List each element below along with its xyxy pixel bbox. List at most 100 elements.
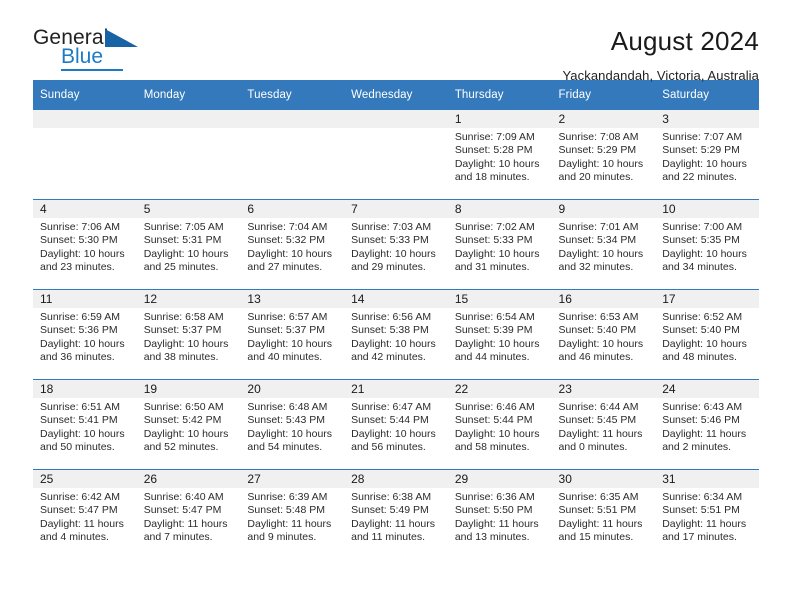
day-number: 17 <box>655 290 759 308</box>
daylight-text-line2: and 13 minutes. <box>454 531 530 544</box>
sunrise-text: Sunrise: 6:39 AM <box>247 491 328 503</box>
sunset-text: Sunset: 5:35 PM <box>662 234 740 247</box>
day-number: 7 <box>344 200 448 218</box>
calendar-day-cell <box>136 110 241 200</box>
day-number: 9 <box>551 200 656 218</box>
daylight-text-line2: and 50 minutes. <box>40 441 115 454</box>
calendar-day-cell[interactable]: 23 Sunrise: 6:44 AM Sunset: 5:45 PM Dayl… <box>551 379 656 470</box>
day-number: 8 <box>447 200 552 218</box>
calendar-day-cell[interactable]: 5 Sunrise: 7:05 AM Sunset: 5:31 PM Dayli… <box>136 199 241 290</box>
day-details: Sunrise: 7:02 AM Sunset: 5:33 PM Dayligh… <box>448 218 552 275</box>
sunset-text: Sunset: 5:43 PM <box>247 414 326 427</box>
weekday-header-tuesday: Tuesday <box>240 80 345 110</box>
calendar-day-cell[interactable]: 28 Sunrise: 6:38 AM Sunset: 5:49 PM Dayl… <box>344 469 448 559</box>
daylight-text-line2: and 58 minutes. <box>454 441 530 454</box>
day-details: Sunrise: 7:04 AM Sunset: 5:32 PM Dayligh… <box>240 218 344 275</box>
day-details: Sunrise: 7:06 AM Sunset: 5:30 PM Dayligh… <box>33 218 137 275</box>
sunset-text: Sunset: 5:40 PM <box>662 324 740 337</box>
day-details: Sunrise: 6:47 AM Sunset: 5:44 PM Dayligh… <box>344 398 448 455</box>
day-number: 10 <box>655 200 759 218</box>
calendar-day-cell[interactable]: 14 Sunrise: 6:56 AM Sunset: 5:38 PM Dayl… <box>344 289 448 380</box>
sunset-text: Sunset: 5:48 PM <box>247 504 326 517</box>
sunset-text: Sunset: 5:36 PM <box>40 324 118 337</box>
calendar-day-cell[interactable]: 3 Sunrise: 7:07 AM Sunset: 5:29 PM Dayli… <box>655 110 759 200</box>
title-block: August 2024 Yackandandah, Victoria, Aust… <box>563 26 760 84</box>
calendar-day-cell[interactable]: 20 Sunrise: 6:48 AM Sunset: 5:43 PM Dayl… <box>240 379 345 470</box>
calendar-day-cell[interactable]: 27 Sunrise: 6:39 AM Sunset: 5:48 PM Dayl… <box>240 469 345 559</box>
day-number: 13 <box>240 290 345 308</box>
sunrise-text: Sunrise: 6:50 AM <box>143 401 224 413</box>
sunrise-text: Sunrise: 6:51 AM <box>40 401 120 413</box>
sunset-text: Sunset: 5:38 PM <box>351 324 429 337</box>
sunrise-sunset-calendar: Sunday Monday Tuesday Wednesday Thursday… <box>33 80 759 559</box>
daylight-text-line1: Daylight: 10 hours <box>558 247 644 260</box>
calendar-day-cell[interactable]: 15 Sunrise: 6:54 AM Sunset: 5:39 PM Dayl… <box>447 289 552 380</box>
daylight-text-line2: and 15 minutes. <box>558 531 634 544</box>
calendar-day-cell[interactable]: 22 Sunrise: 6:46 AM Sunset: 5:44 PM Dayl… <box>447 379 552 470</box>
daylight-text-line1: Daylight: 10 hours <box>454 427 540 440</box>
calendar-day-cell[interactable]: 17 Sunrise: 6:52 AM Sunset: 5:40 PM Dayl… <box>655 289 759 380</box>
calendar-day-cell[interactable]: 30 Sunrise: 6:35 AM Sunset: 5:51 PM Dayl… <box>551 469 656 559</box>
calendar-day-cell[interactable]: 31 Sunrise: 6:34 AM Sunset: 5:51 PM Dayl… <box>655 469 759 559</box>
calendar-day-cell[interactable]: 29 Sunrise: 6:36 AM Sunset: 5:50 PM Dayl… <box>447 469 552 559</box>
sunrise-text: Sunrise: 6:54 AM <box>454 311 535 323</box>
general-blue-logo[interactable]: General Blue <box>33 26 151 72</box>
day-number: 27 <box>240 470 345 488</box>
calendar-day-cell[interactable]: 13 Sunrise: 6:57 AM Sunset: 5:37 PM Dayl… <box>240 289 345 380</box>
day-details: Sunrise: 6:53 AM Sunset: 5:40 PM Dayligh… <box>552 308 656 365</box>
day-number: 5 <box>136 200 241 218</box>
calendar-day-cell[interactable]: 25 Sunrise: 6:42 AM Sunset: 5:47 PM Dayl… <box>33 469 137 559</box>
day-number: 30 <box>551 470 656 488</box>
calendar-day-cell[interactable]: 9 Sunrise: 7:01 AM Sunset: 5:34 PM Dayli… <box>551 199 656 290</box>
calendar-day-cell[interactable]: 6 Sunrise: 7:04 AM Sunset: 5:32 PM Dayli… <box>240 199 345 290</box>
daylight-text-line1: Daylight: 11 hours <box>558 427 643 440</box>
day-details: Sunrise: 7:01 AM Sunset: 5:34 PM Dayligh… <box>552 218 656 275</box>
daylight-text-line2: and 0 minutes. <box>558 441 628 454</box>
sunrise-text: Sunrise: 6:47 AM <box>351 401 432 413</box>
calendar-day-cell[interactable]: 12 Sunrise: 6:58 AM Sunset: 5:37 PM Dayl… <box>136 289 241 380</box>
day-details: Sunrise: 6:36 AM Sunset: 5:50 PM Dayligh… <box>448 488 552 545</box>
daylight-text-line1: Daylight: 10 hours <box>662 337 747 350</box>
day-details: Sunrise: 7:00 AM Sunset: 5:35 PM Dayligh… <box>655 218 759 275</box>
daylight-text-line1: Daylight: 11 hours <box>662 427 747 440</box>
calendar-day-cell[interactable]: 1 Sunrise: 7:09 AM Sunset: 5:28 PM Dayli… <box>447 110 552 200</box>
daylight-text-line1: Daylight: 11 hours <box>351 517 435 530</box>
calendar-day-cell[interactable]: 10 Sunrise: 7:00 AM Sunset: 5:35 PM Dayl… <box>655 199 759 290</box>
day-details: Sunrise: 6:44 AM Sunset: 5:45 PM Dayligh… <box>552 398 656 455</box>
calendar-day-cell <box>344 110 448 200</box>
day-details: Sunrise: 6:50 AM Sunset: 5:42 PM Dayligh… <box>137 398 241 455</box>
calendar-day-cell[interactable]: 19 Sunrise: 6:50 AM Sunset: 5:42 PM Dayl… <box>136 379 241 470</box>
sunset-text: Sunset: 5:51 PM <box>558 504 637 517</box>
day-number: 15 <box>447 290 552 308</box>
calendar-day-cell[interactable]: 2 Sunrise: 7:08 AM Sunset: 5:29 PM Dayli… <box>551 110 656 200</box>
daylight-text-line1: Daylight: 11 hours <box>247 517 332 530</box>
day-details: Sunrise: 6:38 AM Sunset: 5:49 PM Dayligh… <box>344 488 448 545</box>
daylight-text-line2: and 46 minutes. <box>558 351 634 364</box>
day-number: 16 <box>551 290 656 308</box>
calendar-day-cell[interactable]: 18 Sunrise: 6:51 AM Sunset: 5:41 PM Dayl… <box>33 379 137 470</box>
sunset-text: Sunset: 5:47 PM <box>143 504 222 517</box>
sunset-text: Sunset: 5:30 PM <box>40 234 118 247</box>
sunset-text: Sunset: 5:29 PM <box>558 144 637 157</box>
calendar-day-cell[interactable]: 7 Sunrise: 7:03 AM Sunset: 5:33 PM Dayli… <box>344 199 448 290</box>
calendar-day-cell[interactable]: 26 Sunrise: 6:40 AM Sunset: 5:47 PM Dayl… <box>136 469 241 559</box>
daylight-text-line2: and 52 minutes. <box>143 441 219 454</box>
calendar-day-cell[interactable]: 21 Sunrise: 6:47 AM Sunset: 5:44 PM Dayl… <box>344 379 448 470</box>
sunrise-text: Sunrise: 6:57 AM <box>247 311 328 323</box>
calendar-day-cell[interactable]: 16 Sunrise: 6:53 AM Sunset: 5:40 PM Dayl… <box>551 289 656 380</box>
daylight-text-line1: Daylight: 10 hours <box>558 337 644 350</box>
calendar-day-cell[interactable]: 8 Sunrise: 7:02 AM Sunset: 5:33 PM Dayli… <box>447 199 552 290</box>
calendar-week-row: 4 Sunrise: 7:06 AM Sunset: 5:30 PM Dayli… <box>33 199 759 290</box>
daylight-text-line2: and 29 minutes. <box>351 261 426 274</box>
calendar-day-cell[interactable]: 24 Sunrise: 6:43 AM Sunset: 5:46 PM Dayl… <box>655 379 759 470</box>
calendar-week-row: 1 Sunrise: 7:09 AM Sunset: 5:28 PM Dayli… <box>33 110 759 200</box>
sunset-text: Sunset: 5:45 PM <box>558 414 637 427</box>
daylight-text-line1: Daylight: 10 hours <box>454 247 540 260</box>
calendar-day-cell[interactable]: 4 Sunrise: 7:06 AM Sunset: 5:30 PM Dayli… <box>33 199 137 290</box>
calendar-day-cell[interactable]: 11 Sunrise: 6:59 AM Sunset: 5:36 PM Dayl… <box>33 289 137 380</box>
daylight-text-line1: Daylight: 11 hours <box>558 517 643 530</box>
daylight-text-line2: and 48 minutes. <box>662 351 737 364</box>
sunrise-text: Sunrise: 7:02 AM <box>454 221 535 233</box>
daylight-text-line1: Daylight: 11 hours <box>143 517 228 530</box>
sunrise-text: Sunrise: 6:52 AM <box>662 311 743 323</box>
